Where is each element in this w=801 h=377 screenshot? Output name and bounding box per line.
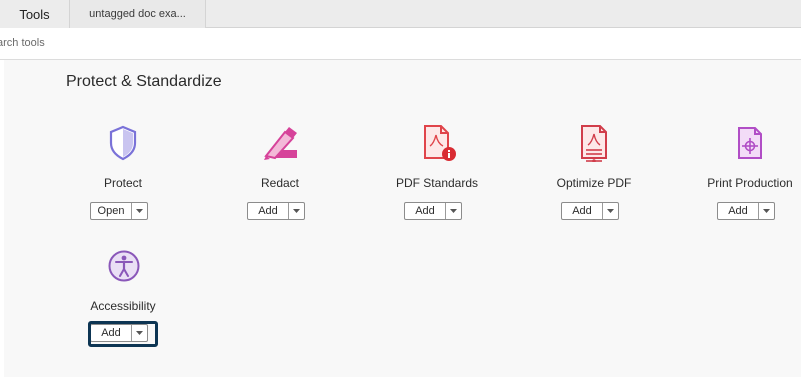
focus-highlight [88, 321, 158, 347]
dropdown-arrow-icon[interactable] [132, 203, 147, 219]
tab-document-label: untagged doc exa... [89, 8, 186, 20]
redact-marker-icon[interactable] [261, 124, 299, 162]
accessibility-icon[interactable] [108, 248, 140, 282]
search-input[interactable]: arch tools [0, 37, 45, 49]
tab-tools-label: Tools [19, 6, 50, 22]
dropdown-arrow-icon[interactable] [446, 203, 461, 219]
section-title: Protect & Standardize [66, 73, 222, 90]
button-label: Add [415, 205, 435, 217]
button-label: Add [572, 205, 592, 217]
left-edge [0, 60, 4, 377]
tool-protect: Protect Open [63, 120, 183, 225]
open-button[interactable]: Open [90, 202, 148, 220]
print-production-icon[interactable] [735, 126, 765, 164]
add-button[interactable]: Add [717, 202, 775, 220]
dropdown-arrow-icon[interactable] [759, 203, 774, 219]
add-button[interactable]: Add [247, 202, 305, 220]
tool-label: PDF Standards [395, 176, 479, 190]
tool-label: Print Production [707, 176, 793, 190]
tab-tools[interactable]: Tools [0, 0, 70, 28]
dropdown-arrow-icon[interactable] [289, 203, 304, 219]
tab-document[interactable]: untagged doc exa... [70, 0, 206, 28]
pdf-standards-icon[interactable] [422, 124, 458, 162]
tool-label: Accessibility [90, 299, 156, 313]
button-label: Add [258, 205, 278, 217]
search-bar: arch tools [0, 28, 801, 60]
tool-label: Optimize PDF [556, 176, 632, 190]
tool-pdf-standards: PDF Standards Add [377, 120, 497, 225]
tool-label: Redact [260, 176, 300, 190]
button-label: Add [728, 205, 748, 217]
tab-bar: Tools untagged doc exa... [0, 0, 801, 28]
add-button[interactable]: Add [404, 202, 462, 220]
dropdown-arrow-icon[interactable] [603, 203, 618, 219]
optimize-pdf-icon[interactable] [579, 124, 609, 163]
tool-label: Protect [103, 176, 142, 190]
shield-icon[interactable] [108, 124, 138, 162]
tool-optimize-pdf: Optimize PDF Add [534, 120, 654, 225]
tool-redact: Redact Add [220, 120, 340, 225]
tool-print-production: Print Production Add [690, 120, 801, 225]
add-button[interactable]: Add [561, 202, 619, 220]
button-label: Open [97, 205, 125, 217]
